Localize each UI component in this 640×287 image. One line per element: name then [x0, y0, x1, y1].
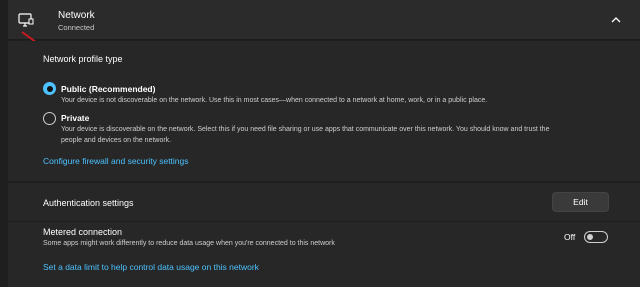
network-title: Network	[58, 10, 95, 21]
configure-firewall-link[interactable]: Configure firewall and security settings	[43, 156, 189, 166]
network-header[interactable]: Network Connected	[8, 0, 640, 40]
metered-connection-toggle[interactable]	[584, 231, 608, 243]
toggle-knob	[587, 234, 593, 240]
radio-public[interactable]	[43, 82, 56, 95]
section-label-profile-type: Network profile type	[43, 54, 123, 64]
network-monitor-icon	[18, 13, 34, 27]
option-private-title: Private	[61, 113, 90, 123]
edit-button[interactable]: Edit	[552, 192, 609, 212]
metered-connection-description: Some apps might work differently to redu…	[43, 240, 335, 247]
option-public-description: Your device is not discoverable on the n…	[61, 97, 488, 104]
set-data-limit-link[interactable]: Set a data limit to help control data us…	[43, 262, 259, 272]
radio-private[interactable]	[43, 112, 56, 125]
connection-status: Connected	[58, 23, 95, 32]
chevron-up-icon[interactable]	[610, 14, 622, 26]
metered-toggle-label: Off	[564, 232, 576, 242]
metered-connection-title: Metered connection	[43, 227, 123, 237]
option-private-description-line2: people and devices on the network.	[61, 137, 172, 144]
option-public-title: Public (Recommended)	[61, 84, 156, 94]
option-private-description-line1: Your device is discoverable on the netwo…	[61, 126, 550, 133]
authentication-settings-title: Authentication settings	[43, 198, 134, 208]
